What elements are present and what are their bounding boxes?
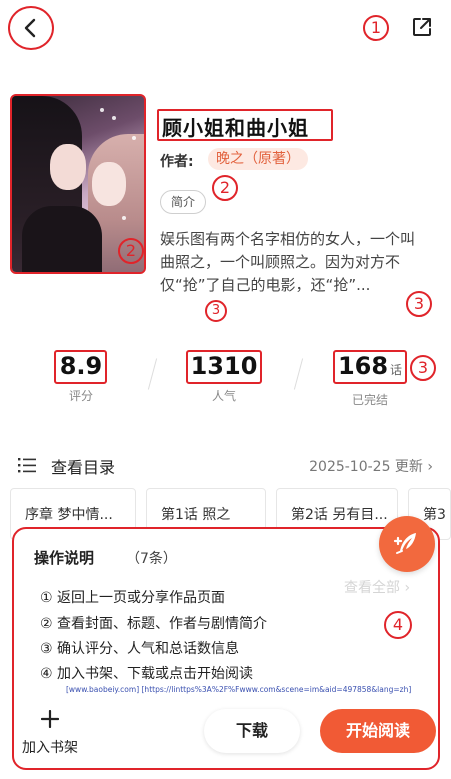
author-label: 作者:	[160, 154, 194, 170]
annotation-badge-4: 4	[384, 611, 412, 639]
add-to-shelf-label: 加入书架	[22, 740, 78, 756]
episodes-value-row: 168 话	[333, 351, 407, 385]
instruction-step: ① 返回上一页或分享作品页面	[40, 590, 226, 606]
cover-sparkle	[100, 108, 104, 112]
cover-sparkle	[132, 136, 136, 140]
catalog-row[interactable]: 查看目录 2025-10-25 更新 ›	[0, 452, 451, 478]
popularity-label: 人气	[211, 389, 236, 403]
author-name[interactable]: 晚之（原著）	[208, 148, 308, 170]
view-all-link[interactable]: 查看全部 ›	[344, 577, 410, 597]
annotation-badge-2-cover: 2	[118, 238, 144, 264]
annotation-badge-2-title: 2	[212, 175, 238, 201]
popularity-value: 1310	[190, 352, 258, 380]
episodes-value: 168	[337, 352, 389, 380]
stat-popularity: 1310 人气	[186, 351, 262, 404]
synopsis-text[interactable]: 娱乐图有两个名字相仿的女人，一个叫曲照之，一个叫顾照之。因为对方不仅“抢”了自己…	[160, 228, 428, 297]
rating-label: 评分	[68, 389, 93, 403]
panel-count: （7条）	[126, 551, 177, 567]
chevron-left-icon	[24, 18, 36, 38]
start-reading-button[interactable]: 开始阅读	[320, 709, 436, 753]
write-comment-button[interactable]	[379, 516, 435, 572]
share-external-icon	[413, 18, 431, 36]
panel-title: 操作说明	[34, 549, 95, 567]
quill-pen-icon	[393, 533, 416, 554]
episodes-unit: 话	[390, 363, 403, 377]
catalog-title: 查看目录	[51, 458, 116, 477]
stat-episodes: 168 话 已完结	[333, 351, 407, 408]
intro-tag: 简介	[160, 190, 207, 214]
list-icon	[18, 458, 36, 473]
rating-value: 8.9	[59, 352, 103, 380]
annotation-badge-3-synopsis-small: 3	[205, 300, 227, 322]
instruction-step: ③ 确认评分、人气和总话数信息	[40, 641, 240, 657]
source-watermark: [www.baobeiy.com] [https://linttps%3A%2F…	[66, 685, 412, 694]
add-to-shelf-button[interactable]: 加入书架	[16, 709, 84, 757]
plus-icon	[16, 709, 84, 733]
cover-face-right	[92, 162, 126, 206]
annotation-badge-3-synopsis: 3	[406, 291, 432, 317]
instruction-panel: 操作说明 （7条） 查看全部 › 4 ① 返回上一页或分享作品页面 ② 查看封面…	[12, 527, 440, 770]
cover-dress	[22, 206, 102, 272]
download-button[interactable]: 下载	[204, 709, 300, 753]
cover-sparkle	[122, 216, 126, 220]
episodes-label: 已完结	[351, 393, 388, 407]
instruction-step: ② 查看封面、标题、作者与剧情简介	[40, 616, 268, 632]
stat-rating: 8.9 评分	[52, 351, 110, 404]
cover-face-left	[50, 144, 86, 190]
annotation-badge-3-stats: 3	[410, 355, 436, 381]
instruction-step: ④ 加入书架、下载或点击开始阅读	[40, 666, 254, 682]
annotation-badge-1: 1	[363, 15, 389, 41]
share-button[interactable]	[410, 15, 434, 39]
cover-sparkle	[112, 116, 116, 120]
book-title: 顾小姐和曲小姐	[162, 116, 309, 140]
catalog-update-date[interactable]: 2025-10-25 更新 ›	[309, 456, 433, 476]
stat-divider	[293, 358, 304, 390]
stat-divider	[147, 358, 158, 390]
back-button[interactable]	[8, 6, 54, 50]
